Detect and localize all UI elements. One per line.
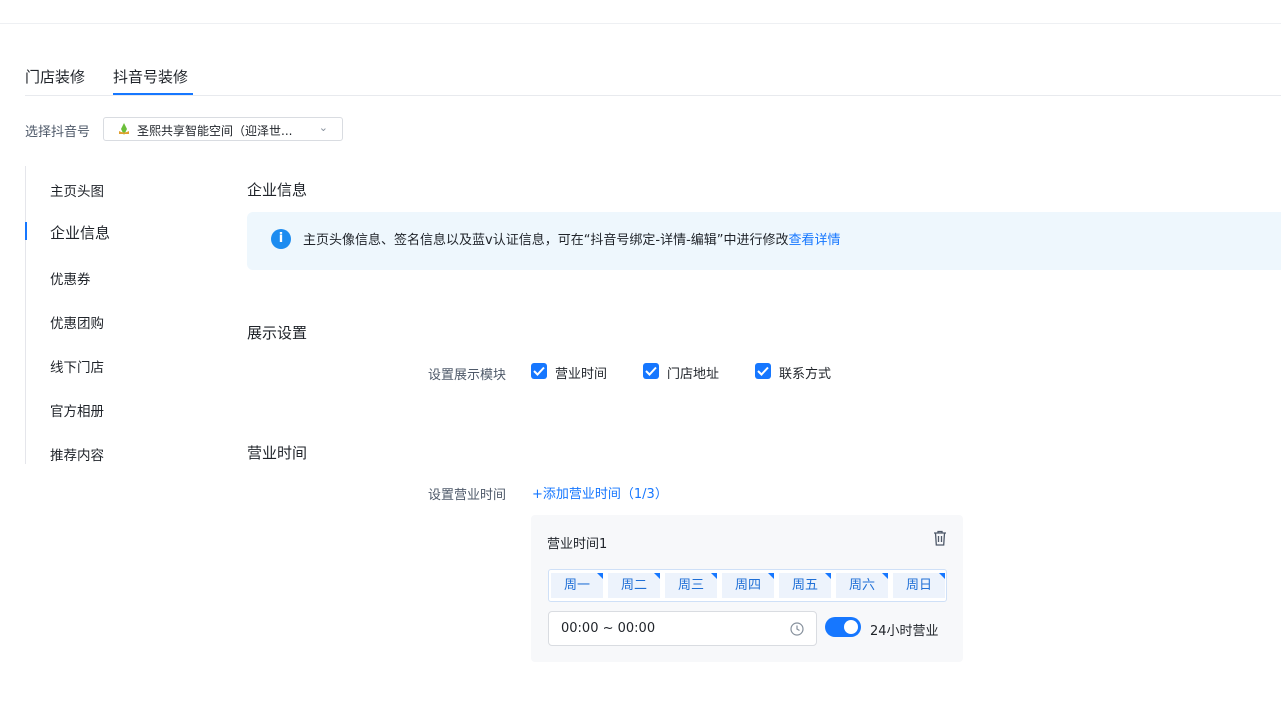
day-chip-label: 周二 (620, 578, 647, 593)
selected-corner-icon (825, 573, 831, 579)
tab-active-indicator (113, 93, 193, 95)
chevron-down-icon: ⌄ (318, 121, 328, 134)
24h-toggle[interactable] (825, 617, 861, 637)
business-hours-label: 设置营业时间 (428, 488, 507, 503)
hours-card-title: 营业时间1 (547, 537, 608, 552)
account-select-value: 圣熙共享智能空间（迎泽世... (137, 124, 293, 138)
day-chip-label: 周日 (905, 578, 932, 593)
selected-corner-icon (882, 573, 888, 579)
view-details-link[interactable]: 查看详情 (789, 233, 841, 248)
sidenav-item-official-album[interactable]: 官方相册 (50, 400, 104, 420)
sidenav-item-group-deals[interactable]: 优惠团购 (50, 312, 104, 332)
sidenav-item-header-image[interactable]: 主页头图 (50, 180, 104, 200)
top-divider (0, 23, 1281, 24)
account-avatar-icon (119, 123, 129, 135)
selected-corner-icon (654, 573, 660, 579)
selected-corner-icon (768, 573, 774, 579)
checkbox-label: 门店地址 (667, 367, 720, 382)
sidenav-item-coupons[interactable]: 优惠券 (50, 268, 91, 288)
toggle-knob (844, 620, 858, 634)
selected-corner-icon (939, 573, 945, 579)
notice-text: 主页头像信息、签名信息以及蓝v认证信息，可在“抖音号绑定-详情-编辑”中进行修改 (303, 233, 789, 248)
tab-store-decoration[interactable]: 门店装修 (25, 66, 85, 87)
account-select[interactable]: 圣熙共享智能空间（迎泽世... ⌄ (103, 117, 343, 141)
company-info-title: 企业信息 (247, 181, 308, 199)
selected-corner-icon (597, 573, 603, 579)
24h-toggle-label: 24小时营业 (870, 624, 939, 639)
sidenav-item-offline-stores[interactable]: 线下门店 (50, 356, 104, 376)
sidenav-active-indicator (25, 222, 27, 240)
sidenav-item-recommended[interactable]: 推荐内容 (50, 444, 104, 464)
display-settings-title: 展示设置 (247, 324, 308, 342)
day-chip-label: 周五 (791, 578, 818, 593)
day-chip-mon[interactable]: 周一 (551, 573, 603, 598)
selected-corner-icon (711, 573, 717, 579)
day-chip-label: 周三 (677, 578, 704, 593)
checkbox-checked-icon (531, 363, 547, 379)
checkbox-label: 联系方式 (779, 367, 832, 382)
business-hours-card: 营业时间1 周一 周二 周三 周四 周五 周六 周日 00:00 ~ 00:00… (531, 515, 963, 662)
company-info-notice: i 主页头像信息、签名信息以及蓝v认证信息，可在“抖音号绑定-详情-编辑”中进行… (247, 212, 1281, 270)
day-chip-label: 周六 (848, 578, 875, 593)
time-range-picker[interactable]: 00:00 ~ 00:00 (548, 611, 817, 646)
clock-icon (790, 622, 804, 636)
day-chip-tue[interactable]: 周二 (608, 573, 660, 598)
checkbox-checked-icon (755, 363, 771, 379)
add-business-hours-link[interactable]: +添加营业时间（1/3） (532, 483, 668, 502)
checkbox-checked-icon (643, 363, 659, 379)
time-range-value: 00:00 ~ 00:00 (561, 621, 656, 636)
display-modules-label: 设置展示模块 (428, 368, 507, 383)
checkbox-label: 营业时间 (555, 367, 608, 382)
business-hours-title: 营业时间 (247, 444, 308, 462)
day-chip-fri[interactable]: 周五 (779, 573, 831, 598)
tab-bar: 门店装修 抖音号装修 (25, 58, 1281, 96)
notice-text-wrap: 主页头像信息、签名信息以及蓝v认证信息，可在“抖音号绑定-详情-编辑”中进行修改… (303, 229, 841, 248)
day-chip-label: 周一 (563, 578, 590, 593)
account-select-label: 选择抖音号 (25, 125, 91, 140)
day-chip-sun[interactable]: 周日 (893, 573, 945, 598)
tab-douyin-decoration[interactable]: 抖音号装修 (113, 66, 188, 87)
section-sidenav: 主页头图 企业信息 优惠券 优惠团购 线下门店 官方相册 推荐内容 (25, 166, 205, 464)
weekday-selector: 周一 周二 周三 周四 周五 周六 周日 (548, 569, 947, 602)
day-chip-wed[interactable]: 周三 (665, 573, 717, 598)
day-chip-sat[interactable]: 周六 (836, 573, 888, 598)
sidenav-item-company-info[interactable]: 企业信息 (50, 222, 110, 243)
trash-icon[interactable] (933, 530, 947, 546)
day-chip-label: 周四 (734, 578, 761, 593)
info-icon: i (271, 229, 291, 249)
day-chip-thu[interactable]: 周四 (722, 573, 774, 598)
